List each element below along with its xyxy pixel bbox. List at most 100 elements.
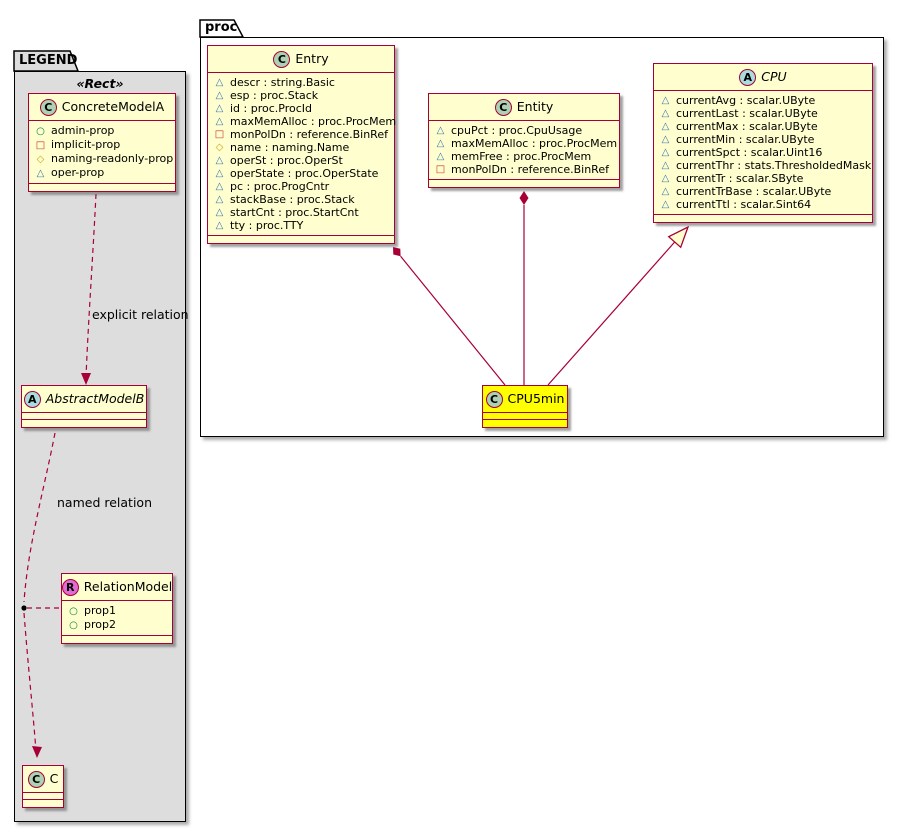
class-spot-icon: C: [486, 391, 503, 408]
oper-prop-icon: [660, 198, 671, 211]
oper-prop-icon: [214, 193, 225, 206]
attribute-row: startCnt : proc.StartCnt: [214, 206, 386, 219]
oper-prop-icon: [214, 102, 225, 115]
attribute-row: memFree : proc.ProcMem: [435, 150, 611, 163]
oper-prop-icon: [660, 159, 671, 172]
class-name: C: [50, 770, 59, 788]
oper-prop-icon: [214, 115, 225, 128]
oper-prop-icon: [214, 76, 225, 89]
attribute-text: naming-readonly-prop: [51, 152, 173, 166]
oper-prop-icon: [660, 172, 671, 185]
attribute-text: name : naming.Name: [230, 141, 349, 154]
attributes-compartment: cpuPct : proc.CpuUsage maxMemAlloc : pro…: [429, 121, 619, 180]
attribute-text: descr : string.Basic: [230, 76, 335, 89]
attribute-row: stackBase : proc.Stack: [214, 193, 386, 206]
attribute-text: memFree : proc.ProcMem: [451, 150, 591, 163]
attributes-compartment: currentAvg : scalar.UByte currentLast : …: [654, 91, 872, 215]
class-title: C C: [23, 766, 63, 793]
attribute-text: currentTrBase : scalar.UByte: [676, 185, 831, 198]
class-title: R RelationModel: [62, 574, 172, 601]
attribute-text: currentMax : scalar.UByte: [676, 120, 818, 133]
empty-attributes-compartment: [23, 793, 63, 800]
attribute-row: currentMax : scalar.UByte: [660, 120, 864, 133]
class-name: ConcreteModelA: [62, 98, 164, 116]
attribute-text: pc : proc.ProgCntr: [230, 180, 329, 193]
edge-label-explicit-relation: explicit relation: [92, 307, 189, 322]
class-title: C Entity: [429, 94, 619, 121]
attribute-text: prop1: [84, 604, 116, 618]
empty-methods-compartment: [208, 236, 394, 243]
class-spot-icon: C: [273, 51, 290, 68]
abstract-spot-icon: A: [24, 391, 41, 408]
attribute-row: descr : string.Basic: [214, 76, 386, 89]
attribute-row: admin-prop: [35, 124, 167, 138]
attribute-row: naming-readonly-prop: [35, 152, 167, 166]
attribute-text: currentMin : scalar.UByte: [676, 133, 814, 146]
attribute-row: oper-prop: [35, 166, 167, 180]
class-entry: C Entry descr : string.Basic esp : proc.…: [207, 45, 395, 244]
attribute-text: oper-prop: [51, 166, 104, 180]
oper-prop-icon: [214, 89, 225, 102]
oper-prop-icon: [435, 150, 446, 163]
attribute-row: currentTrBase : scalar.UByte: [660, 185, 864, 198]
attribute-row: cpuPct : proc.CpuUsage: [435, 124, 611, 137]
admin-prop-icon: [35, 125, 46, 138]
admin-prop-icon: [68, 619, 79, 632]
empty-methods-compartment: [29, 184, 175, 191]
attribute-row: currentLast : scalar.UByte: [660, 107, 864, 120]
attribute-text: maxMemAlloc : proc.ProcMem: [451, 137, 617, 150]
attribute-row: pc : proc.ProgCntr: [214, 180, 386, 193]
attribute-row: currentAvg : scalar.UByte: [660, 94, 864, 107]
class-name: CPU: [761, 68, 786, 86]
proc-package-tab-label: proc: [205, 20, 237, 36]
oper-prop-icon: [214, 219, 225, 232]
attribute-text: implicit-prop: [51, 138, 120, 152]
empty-methods-compartment: [22, 420, 146, 427]
empty-methods-compartment: [23, 800, 63, 807]
attribute-text: currentSpct : scalar.Uint16: [676, 146, 822, 159]
attribute-text: admin-prop: [51, 124, 114, 138]
attribute-row: currentTr : scalar.SByte: [660, 172, 864, 185]
class-cpu: A CPU currentAvg : scalar.UByte currentL…: [653, 63, 873, 223]
class-entity: C Entity cpuPct : proc.CpuUsage maxMemAl…: [428, 93, 620, 188]
class-concrete-model-a: C ConcreteModelA admin-prop implicit-pro…: [28, 93, 176, 192]
oper-prop-icon: [214, 180, 225, 193]
empty-methods-compartment: [429, 180, 619, 187]
attribute-row: monPolDn : reference.BinRef: [214, 128, 386, 141]
relation-spot-icon: R: [62, 579, 79, 596]
oper-prop-icon: [435, 124, 446, 137]
class-title: A CPU: [654, 64, 872, 91]
attribute-text: currentTr : scalar.SByte: [676, 172, 803, 185]
class-name: Entry: [295, 50, 328, 68]
attribute-text: startCnt : proc.StartCnt: [230, 206, 359, 219]
empty-methods-compartment: [62, 636, 172, 643]
class-spot-icon: C: [28, 771, 45, 788]
oper-prop-icon: [435, 137, 446, 150]
class-title: C ConcreteModelA: [29, 94, 175, 121]
attribute-text: maxMemAlloc : proc.ProcMem: [230, 115, 396, 128]
implicit-prop-icon: [214, 128, 225, 141]
oper-prop-icon: [660, 120, 671, 133]
class-abstract-model-b: A AbstractModelB: [21, 385, 147, 428]
attribute-row: name : naming.Name: [214, 141, 386, 154]
oper-prop-icon: [35, 167, 46, 180]
attribute-row: esp : proc.Stack: [214, 89, 386, 102]
oper-prop-icon: [660, 185, 671, 198]
legend-stereotype-text: «Rect»: [14, 76, 186, 91]
oper-prop-icon: [214, 154, 225, 167]
attribute-text: currentThr : stats.ThresholdedMask: [676, 159, 871, 172]
attribute-text: currentLast : scalar.UByte: [676, 107, 818, 120]
oper-prop-icon: [660, 146, 671, 159]
oper-prop-icon: [214, 206, 225, 219]
implicit-prop-icon: [435, 163, 446, 176]
class-name: Entity: [517, 98, 554, 116]
abstract-spot-icon: A: [739, 69, 756, 86]
attribute-row: currentThr : stats.ThresholdedMask: [660, 159, 864, 172]
attribute-row: prop2: [68, 618, 164, 632]
attribute-text: cpuPct : proc.CpuUsage: [451, 124, 582, 137]
oper-prop-icon: [660, 107, 671, 120]
attribute-text: operState : proc.OperState: [230, 167, 378, 180]
class-name: CPU5min: [508, 390, 565, 408]
attribute-text: operSt : proc.OperSt: [230, 154, 343, 167]
oper-prop-icon: [660, 133, 671, 146]
